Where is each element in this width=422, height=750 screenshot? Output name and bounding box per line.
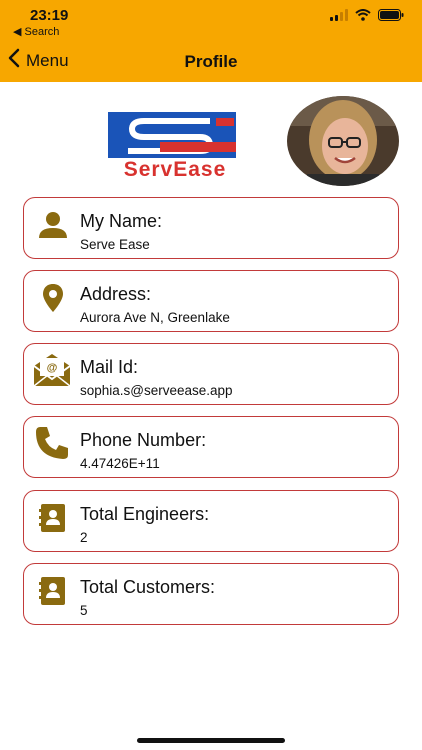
avatar[interactable]	[287, 96, 399, 186]
status-icons	[330, 9, 404, 21]
name-label: My Name:	[80, 211, 163, 231]
engineers-value: 2	[80, 530, 88, 545]
customers-card: Total Customers: 5	[23, 563, 399, 625]
battery-icon	[378, 9, 404, 21]
engineers-label: Total Engineers:	[80, 504, 210, 524]
logo-text: ServEase	[124, 158, 227, 180]
mail-value: sophia.s@serveease.app	[80, 383, 233, 398]
home-indicator[interactable]	[137, 738, 285, 743]
location-pin-icon	[36, 281, 70, 315]
serv-ease-logo: ServEase	[60, 108, 290, 181]
svg-text:@: @	[47, 362, 58, 374]
phone-card: Phone Number: 4.47426E+11	[23, 416, 399, 478]
status-time: 23:19	[30, 7, 69, 24]
phone-label: Phone Number:	[80, 430, 207, 450]
phone-icon	[32, 423, 72, 463]
signal-icon	[330, 9, 348, 21]
mail-card: @ Mail Id: sophia.s@serveease.app	[23, 343, 399, 405]
engineers-card: Total Engineers: 2	[23, 490, 399, 552]
wifi-icon	[355, 9, 371, 21]
address-value: Aurora Ave N, Greenlake	[80, 310, 230, 325]
customers-value: 5	[80, 603, 88, 618]
mail-label: Mail Id:	[80, 357, 139, 377]
mail-icon: @	[32, 350, 72, 390]
customers-label: Total Customers:	[80, 577, 216, 597]
top-bar: 23:19 ◀ Search Menu Profile	[0, 0, 422, 82]
person-icon	[36, 208, 70, 242]
address-label: Address:	[80, 284, 152, 304]
page-title: Profile	[184, 52, 238, 71]
contact-book-icon	[36, 501, 70, 535]
name-card: My Name: Serve Ease	[23, 197, 399, 259]
address-card: Address: Aurora Ave N, Greenlake	[23, 270, 399, 332]
name-value: Serve Ease	[80, 237, 150, 252]
contact-book-icon	[36, 574, 70, 608]
phone-value: 4.47426E+11	[80, 456, 160, 471]
back-to-search-link[interactable]: ◀ Search	[13, 25, 59, 38]
